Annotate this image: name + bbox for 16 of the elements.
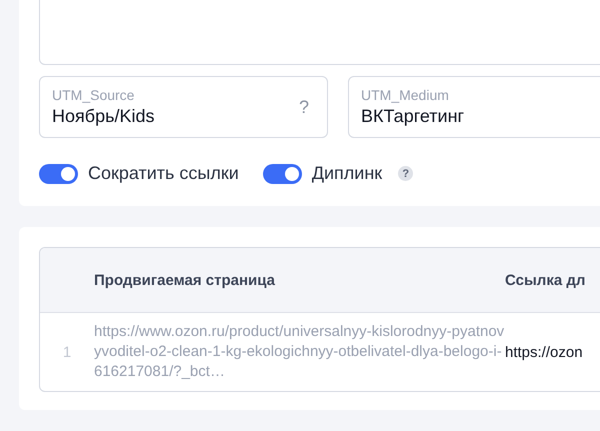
help-button[interactable]: ? bbox=[398, 166, 414, 181]
toggle-switch[interactable] bbox=[262, 164, 302, 184]
toggle-label: Сократить ссылки bbox=[88, 163, 239, 184]
toggle-label: Диплинк bbox=[312, 163, 382, 184]
utm-field[interactable]: UTM_Medium ВКТаргетинг bbox=[348, 76, 600, 138]
column-header: Продвигаемая страница bbox=[94, 272, 276, 288]
toggle-switch[interactable] bbox=[39, 164, 78, 184]
field-label: UTM_Source bbox=[52, 86, 136, 104]
table-cell: https://ozon bbox=[505, 344, 583, 360]
column-header: Ссылка дл bbox=[505, 272, 586, 288]
utm-field[interactable]: UTM_Source Ноябрь/Kids ? bbox=[39, 76, 328, 138]
field-label: UTM_Medium bbox=[361, 86, 450, 104]
row-number: 1 bbox=[62, 344, 72, 360]
table-cell: https://www.ozon.ru/product/universalnyy-kislorodnyy-pyatnovyvoditel-o2-clean-1-kg-ekologichnyy-otbelivatel-dlya-belogo-i-616217081/?_bct… bbox=[94, 322, 505, 382]
field-value: Ноябрь/Kids bbox=[52, 105, 156, 128]
field-value: ВКТаргетинг bbox=[361, 105, 466, 128]
